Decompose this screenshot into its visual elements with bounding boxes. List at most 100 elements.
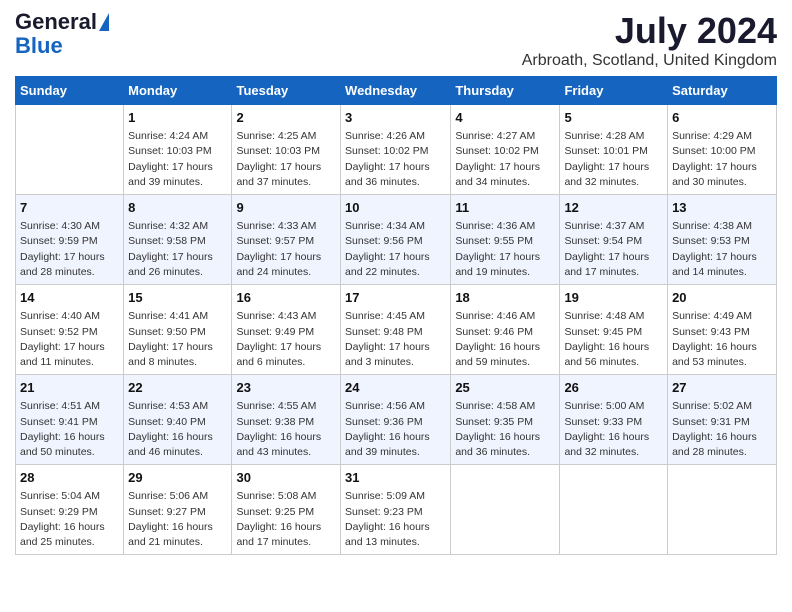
cell-content: Sunrise: 5:08 AM Sunset: 9:25 PM Dayligh…: [236, 489, 336, 550]
cell-content: Sunrise: 4:43 AM Sunset: 9:49 PM Dayligh…: [236, 309, 336, 370]
day-number: 30: [236, 469, 336, 487]
calendar-cell: 31Sunrise: 5:09 AM Sunset: 9:23 PM Dayli…: [341, 465, 451, 555]
calendar-cell: 17 Sunrise: 4:45 AM Sunset: 9:48 PM Dayli…: [341, 285, 451, 375]
day-number: 6: [672, 109, 772, 127]
calendar-cell: 2 Sunrise: 4:25 AM Sunset: 10:03 PM Dayli…: [232, 105, 341, 195]
day-number: 11: [455, 199, 555, 217]
logo: General Blue: [15, 10, 109, 58]
day-number: 1: [128, 109, 227, 127]
calendar-cell: 22 Sunrise: 4:53 AM Sunset: 9:40 PM Dayli…: [124, 375, 232, 465]
calendar-cell: 19 Sunrise: 4:48 AM Sunset: 9:45 PM Dayli…: [560, 285, 668, 375]
day-number: 4: [455, 109, 555, 127]
day-number: 15: [128, 289, 227, 307]
day-number: 25: [455, 379, 555, 397]
cell-content: Sunrise: 4:51 AM Sunset: 9:41 PM Dayligh…: [20, 399, 119, 460]
calendar-week-row: 1 Sunrise: 4:24 AM Sunset: 10:03 PM Dayli…: [16, 105, 777, 195]
calendar-cell: 23 Sunrise: 4:55 AM Sunset: 9:38 PM Dayli…: [232, 375, 341, 465]
cell-content: Sunrise: 4:28 AM Sunset: 10:01 PM Daylig…: [564, 129, 663, 190]
cell-content: Sunrise: 4:27 AM Sunset: 10:02 PM Daylig…: [455, 129, 555, 190]
calendar-cell: 12 Sunrise: 4:37 AM Sunset: 9:54 PM Dayli…: [560, 195, 668, 285]
calendar-cell: 7 Sunrise: 4:30 AM Sunset: 9:59 PM Daylig…: [16, 195, 124, 285]
cell-content: Sunrise: 4:40 AM Sunset: 9:52 PM Dayligh…: [20, 309, 119, 370]
day-number: 10: [345, 199, 446, 217]
cell-content: Sunrise: 4:58 AM Sunset: 9:35 PM Dayligh…: [455, 399, 555, 460]
day-number: 7: [20, 199, 119, 217]
calendar-cell: 29 Sunrise: 5:06 AM Sunset: 9:27 PM Dayli…: [124, 465, 232, 555]
weekday-header: Sunday: [16, 77, 124, 105]
weekday-header: Thursday: [451, 77, 560, 105]
day-number: 14: [20, 289, 119, 307]
day-number: 23: [236, 379, 336, 397]
calendar-cell: [16, 105, 124, 195]
weekday-header: Friday: [560, 77, 668, 105]
calendar-cell: 24 Sunrise: 4:56 AM Sunset: 9:36 PM Dayli…: [341, 375, 451, 465]
calendar-week-row: 7 Sunrise: 4:30 AM Sunset: 9:59 PM Daylig…: [16, 195, 777, 285]
cell-content: Sunrise: 4:37 AM Sunset: 9:54 PM Dayligh…: [564, 219, 663, 280]
calendar-cell: 20 Sunrise: 4:49 AM Sunset: 9:43 PM Dayli…: [668, 285, 777, 375]
cell-content: Sunrise: 4:55 AM Sunset: 9:38 PM Dayligh…: [236, 399, 336, 460]
calendar-week-row: 28Sunrise: 5:04 AM Sunset: 9:29 PM Dayli…: [16, 465, 777, 555]
main-title: July 2024: [522, 10, 777, 52]
cell-content: Sunrise: 4:48 AM Sunset: 9:45 PM Dayligh…: [564, 309, 663, 370]
page-header: General Blue July 2024 Arbroath, Scotlan…: [15, 10, 777, 70]
cell-content: Sunrise: 5:06 AM Sunset: 9:27 PM Dayligh…: [128, 489, 227, 550]
calendar-cell: 16Sunrise: 4:43 AM Sunset: 9:49 PM Dayli…: [232, 285, 341, 375]
cell-content: Sunrise: 4:36 AM Sunset: 9:55 PM Dayligh…: [455, 219, 555, 280]
cell-content: Sunrise: 5:09 AM Sunset: 9:23 PM Dayligh…: [345, 489, 446, 550]
cell-content: Sunrise: 5:00 AM Sunset: 9:33 PM Dayligh…: [564, 399, 663, 460]
day-number: 19: [564, 289, 663, 307]
cell-content: Sunrise: 4:34 AM Sunset: 9:56 PM Dayligh…: [345, 219, 446, 280]
cell-content: Sunrise: 4:49 AM Sunset: 9:43 PM Dayligh…: [672, 309, 772, 370]
cell-content: Sunrise: 4:38 AM Sunset: 9:53 PM Dayligh…: [672, 219, 772, 280]
day-number: 13: [672, 199, 772, 217]
day-number: 29: [128, 469, 227, 487]
logo-icon: [99, 13, 109, 31]
weekday-header: Saturday: [668, 77, 777, 105]
logo-blue: Blue: [15, 34, 63, 58]
calendar-cell: 30 Sunrise: 5:08 AM Sunset: 9:25 PM Dayli…: [232, 465, 341, 555]
cell-content: Sunrise: 4:24 AM Sunset: 10:03 PM Daylig…: [128, 129, 227, 190]
day-number: 26: [564, 379, 663, 397]
day-number: 17: [345, 289, 446, 307]
title-block: July 2024 Arbroath, Scotland, United Kin…: [522, 10, 777, 70]
calendar-cell: 28Sunrise: 5:04 AM Sunset: 9:29 PM Dayli…: [16, 465, 124, 555]
day-number: 22: [128, 379, 227, 397]
day-number: 21: [20, 379, 119, 397]
weekday-header: Wednesday: [341, 77, 451, 105]
day-number: 3: [345, 109, 446, 127]
cell-content: Sunrise: 4:25 AM Sunset: 10:03 PM Daylig…: [236, 129, 336, 190]
cell-content: Sunrise: 4:30 AM Sunset: 9:59 PM Dayligh…: [20, 219, 119, 280]
day-number: 2: [236, 109, 336, 127]
cell-content: Sunrise: 4:53 AM Sunset: 9:40 PM Dayligh…: [128, 399, 227, 460]
calendar-week-row: 14 Sunrise: 4:40 AM Sunset: 9:52 PM Dayli…: [16, 285, 777, 375]
day-number: 28: [20, 469, 119, 487]
calendar-cell: 26 Sunrise: 5:00 AM Sunset: 9:33 PM Dayli…: [560, 375, 668, 465]
cell-content: Sunrise: 4:46 AM Sunset: 9:46 PM Dayligh…: [455, 309, 555, 370]
day-number: 9: [236, 199, 336, 217]
cell-content: Sunrise: 4:45 AM Sunset: 9:48 PM Dayligh…: [345, 309, 446, 370]
weekday-header: Monday: [124, 77, 232, 105]
calendar-cell: [451, 465, 560, 555]
calendar-cell: 21 Sunrise: 4:51 AM Sunset: 9:41 PM Dayli…: [16, 375, 124, 465]
day-number: 20: [672, 289, 772, 307]
cell-content: Sunrise: 4:33 AM Sunset: 9:57 PM Dayligh…: [236, 219, 336, 280]
weekday-header: Tuesday: [232, 77, 341, 105]
calendar-cell: 8Sunrise: 4:32 AM Sunset: 9:58 PM Daylig…: [124, 195, 232, 285]
calendar-cell: 3Sunrise: 4:26 AM Sunset: 10:02 PM Dayli…: [341, 105, 451, 195]
calendar-cell: [560, 465, 668, 555]
calendar-cell: 15 Sunrise: 4:41 AM Sunset: 9:50 PM Dayli…: [124, 285, 232, 375]
calendar-cell: 18Sunrise: 4:46 AM Sunset: 9:46 PM Dayli…: [451, 285, 560, 375]
calendar-cell: [668, 465, 777, 555]
calendar-cell: 11 Sunrise: 4:36 AM Sunset: 9:55 PM Dayli…: [451, 195, 560, 285]
calendar-cell: 13 Sunrise: 4:38 AM Sunset: 9:53 PM Dayli…: [668, 195, 777, 285]
calendar-cell: 27Sunrise: 5:02 AM Sunset: 9:31 PM Dayli…: [668, 375, 777, 465]
day-number: 12: [564, 199, 663, 217]
subtitle: Arbroath, Scotland, United Kingdom: [522, 52, 777, 70]
logo-general: General: [15, 10, 97, 34]
cell-content: Sunrise: 4:41 AM Sunset: 9:50 PM Dayligh…: [128, 309, 227, 370]
cell-content: Sunrise: 5:02 AM Sunset: 9:31 PM Dayligh…: [672, 399, 772, 460]
day-number: 24: [345, 379, 446, 397]
calendar-table: SundayMondayTuesdayWednesdayThursdayFrid…: [15, 76, 777, 555]
cell-content: Sunrise: 4:56 AM Sunset: 9:36 PM Dayligh…: [345, 399, 446, 460]
cell-content: Sunrise: 4:32 AM Sunset: 9:58 PM Dayligh…: [128, 219, 227, 280]
